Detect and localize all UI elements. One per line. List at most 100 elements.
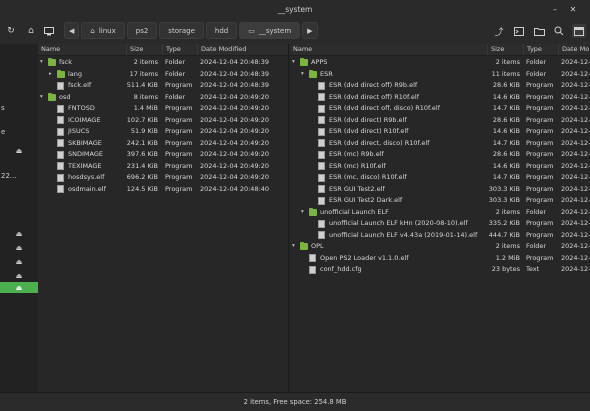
file-icon	[318, 231, 325, 239]
table-row[interactable]: ESR (mc) R10f.elf 14.6 KiB Program 2024-12-	[290, 161, 590, 173]
cell-date: 2024-12-	[561, 196, 590, 204]
expand-closed-icon[interactable]: ▸	[49, 69, 52, 81]
expand-open-icon[interactable]: ▾	[40, 92, 43, 104]
table-row[interactable]: FNTOSD 1.4 MiB Program 2024-12-04 20:49:20	[38, 103, 288, 115]
column-type[interactable]: Type	[523, 44, 558, 55]
table-row[interactable]: ESR (mc) R9b.elf 28.6 KiB Program 2024-12-	[290, 149, 590, 161]
cell-name: ESR (dvd direct off) R10f.elf	[329, 92, 419, 101]
table-row[interactable]: ESR (dvd direct off, disco) R10f.elf 14.7…	[290, 103, 590, 115]
column-date-modified[interactable]: Date Mo	[558, 44, 590, 55]
table-row[interactable]: ICOIMAGE 102.7 KiB Program 2024-12-04 20:49…	[38, 115, 288, 127]
table-row[interactable]: TEXIMAGE 231.4 KiB Program 2024-12-04 20:49…	[38, 161, 288, 173]
expand-open-icon[interactable]: ▾	[292, 57, 295, 69]
table-row[interactable]: SNDIMAGE 397.6 KiB Program 2024-12-04 20:49…	[38, 149, 288, 161]
table-row[interactable]: ▾ ESR 11 items Folder 2024-12-	[290, 69, 590, 81]
computer-icon[interactable]	[42, 24, 56, 38]
column-size[interactable]: Size	[487, 44, 523, 55]
column-header: Name Size Type Date Mo	[290, 44, 590, 56]
cell-name: ESR (dvd direct) R10f.elf	[329, 127, 409, 135]
cell-size: 2 items	[495, 207, 520, 216]
table-row[interactable]: ▾ osd 8 items Folder 2024-12-04 20:49:20	[38, 92, 288, 104]
table-row[interactable]: Open PS2 Loader v1.1.0.elf 1.2 MiB Program…	[290, 253, 590, 265]
search-icon[interactable]	[552, 24, 566, 38]
cell-size: 14.6 KiB	[492, 92, 520, 101]
cell-type: Program	[165, 161, 193, 170]
table-row[interactable]: ▾ OPL 2 items Folder 2024-12-	[290, 241, 590, 253]
breadcrumb-hdd[interactable]: hdd	[205, 22, 238, 39]
breadcrumb-back-button[interactable]: ◀	[64, 22, 80, 39]
table-row[interactable]: ▾ fsck 2 items Folder 2024-12-04 20:48:39	[38, 57, 288, 69]
eject-icon[interactable]: ⏏	[0, 256, 38, 267]
cell-size: 14.6 KiB	[492, 161, 520, 170]
file-icon	[57, 127, 64, 136]
sidebar-item[interactable]: e	[0, 126, 39, 137]
table-row[interactable]: ESR (dvd direct) R10f.elf 14.6 KiB Program…	[290, 126, 590, 138]
minimize-icon[interactable]: –	[548, 2, 562, 16]
table-row[interactable]: SKBIMAGE 242.1 KiB Program 2024-12-04 20:49…	[38, 138, 288, 150]
sidebar-item[interactable]: s	[0, 102, 39, 113]
table-row[interactable]: ESR (dvd direct off) R10f.elf 14.6 KiB Pro…	[290, 92, 590, 104]
share-icon[interactable]: ⤴	[492, 24, 506, 38]
cell-type: Program	[165, 115, 193, 124]
title-bar: __system – ✕	[0, 0, 590, 18]
table-row[interactable]: osdmain.elf 124.5 KiB Program 2024-12-04 20…	[38, 184, 288, 196]
expand-open-icon[interactable]: ▾	[40, 57, 43, 69]
table-row[interactable]: ▾ APPS 2 items Folder 2024-12-	[290, 57, 590, 69]
breadcrumb-forward-button[interactable]: ▶	[302, 22, 318, 39]
eject-icon[interactable]: ⏏	[0, 228, 38, 239]
toolbar: ↻ ⌂ ◀ ⌂ linux ps2 storage hdd ▭ __system…	[0, 18, 590, 45]
reload-icon[interactable]: ↻	[4, 24, 18, 38]
sidebar-item[interactable]: 22...	[0, 170, 39, 181]
expand-open-icon[interactable]: ▾	[301, 207, 304, 219]
table-row[interactable]: ESR (dvd direct off) R9b.elf 28.6 KiB Prog…	[290, 80, 590, 92]
table-row[interactable]: ▸ lang 17 items Folder 2024-12-04 20:48:39	[38, 69, 288, 81]
cell-type: Program	[526, 104, 554, 112]
table-row[interactable]: unofficial Launch ELF v4.43a (2019-01-14…	[290, 230, 590, 242]
table-row[interactable]: unofficial Launch ELF kHn (2020-08-10).e…	[290, 218, 590, 230]
cell-date: 2024-12-	[561, 104, 590, 112]
table-row[interactable]: ESR GUI Test2 Dark.elf 303.3 KiB Program 20…	[290, 195, 590, 207]
column-size[interactable]: Size	[126, 44, 162, 55]
breadcrumb-storage[interactable]: storage	[159, 22, 204, 39]
breadcrumb-ps2[interactable]: ps2	[126, 22, 158, 39]
home-icon[interactable]: ⌂	[24, 24, 38, 38]
cell-name: ESR (dvd direct, disco) R10f.elf	[329, 138, 430, 147]
view-icon[interactable]	[572, 24, 586, 38]
table-row[interactable]: conf_hdd.cfg 23 bytes Text 2024-12-	[290, 264, 590, 276]
table-row[interactable]: ESR (dvd direct) R9b.elf 28.6 KiB Program 2…	[290, 115, 590, 127]
cell-size: 303.3 KiB	[488, 184, 520, 193]
table-row[interactable]: ESR GUI Test2.elf 303.3 KiB Program 2024-12…	[290, 184, 590, 196]
file-icon	[318, 219, 325, 228]
table-row[interactable]: JISUCS 51.9 KiB Program 2024-12-04 20:49:20	[38, 126, 288, 138]
eject-icon[interactable]: ⏏	[0, 242, 38, 253]
terminal-icon[interactable]	[512, 24, 526, 38]
cell-date: 2024-12-	[561, 265, 590, 273]
expand-open-icon[interactable]: ▾	[301, 69, 304, 81]
close-icon[interactable]: ✕	[566, 2, 580, 16]
eject-icon[interactable]: ⏏	[0, 270, 38, 281]
cell-name: TEXIMAGE	[68, 161, 102, 170]
new-folder-icon[interactable]	[532, 24, 546, 38]
table-row[interactable]: fsck.elf 511.4 KiB Program 2024-12-04 20:48…	[38, 80, 288, 92]
file-icon	[318, 127, 325, 136]
eject-icon[interactable]: ⏏	[0, 282, 38, 293]
expand-open-icon[interactable]: ▾	[292, 241, 295, 253]
table-row[interactable]: hosdsys.elf 696.2 KiB Program 2024-12-04 20…	[38, 172, 288, 184]
eject-icon[interactable]: ⏏	[0, 145, 38, 156]
table-row[interactable]: ESR (mc, disco) R10f.elf 14.7 KiB Program 2…	[290, 172, 590, 184]
cell-type: Program	[526, 92, 554, 101]
table-row[interactable]: ▾ unofficial Launch ELF 2 items Folder 2024-…	[290, 207, 590, 219]
table-row[interactable]: ESR (dvd direct, disco) R10f.elf 14.7 KiB…	[290, 138, 590, 150]
column-name[interactable]: Name	[290, 44, 487, 55]
cell-date: 2024-12-	[561, 115, 590, 124]
breadcrumb-system[interactable]: ▭ __system	[239, 22, 301, 39]
cell-date: 2024-12-04 20:48:39	[200, 58, 270, 66]
column-date-modified[interactable]: Date Modified	[197, 44, 288, 55]
cell-type: Program	[165, 173, 193, 181]
cell-size: 696.2 KiB	[126, 173, 158, 181]
cell-date: 2024-12-	[561, 138, 590, 147]
breadcrumb-linux[interactable]: ⌂ linux	[81, 22, 125, 39]
file-icon	[318, 116, 325, 124]
column-type[interactable]: Type	[162, 44, 197, 55]
column-name[interactable]: Name	[38, 44, 126, 55]
